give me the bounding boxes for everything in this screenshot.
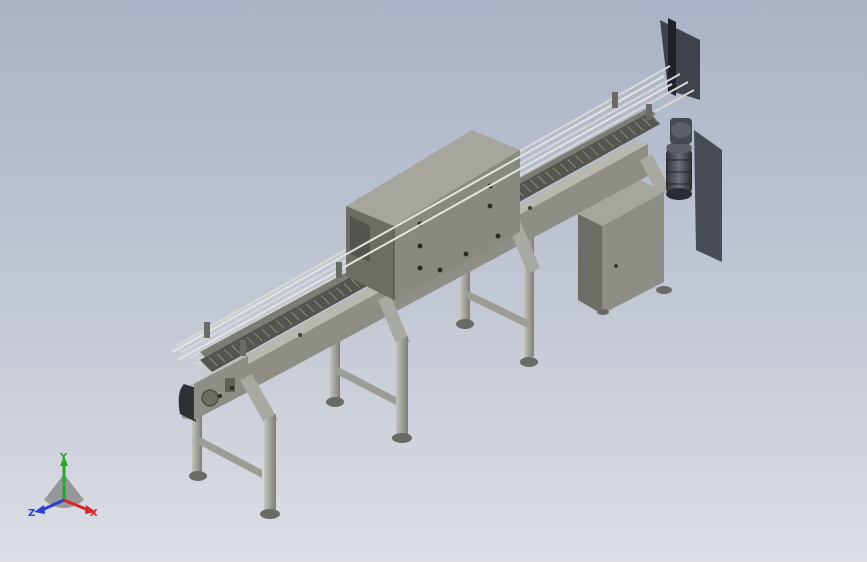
tunnel-cabinet (346, 130, 520, 300)
cad-viewport[interactable]: Y X Z (0, 0, 867, 562)
y-axis-label: Y (59, 452, 68, 463)
x-axis-label: X (90, 508, 98, 519)
coordinate-triad[interactable]: Y X Z (28, 452, 98, 519)
z-axis-label: Z (28, 508, 35, 519)
drive-motor (666, 118, 692, 200)
conveyor-3d-model[interactable]: Y X Z (0, 0, 867, 562)
